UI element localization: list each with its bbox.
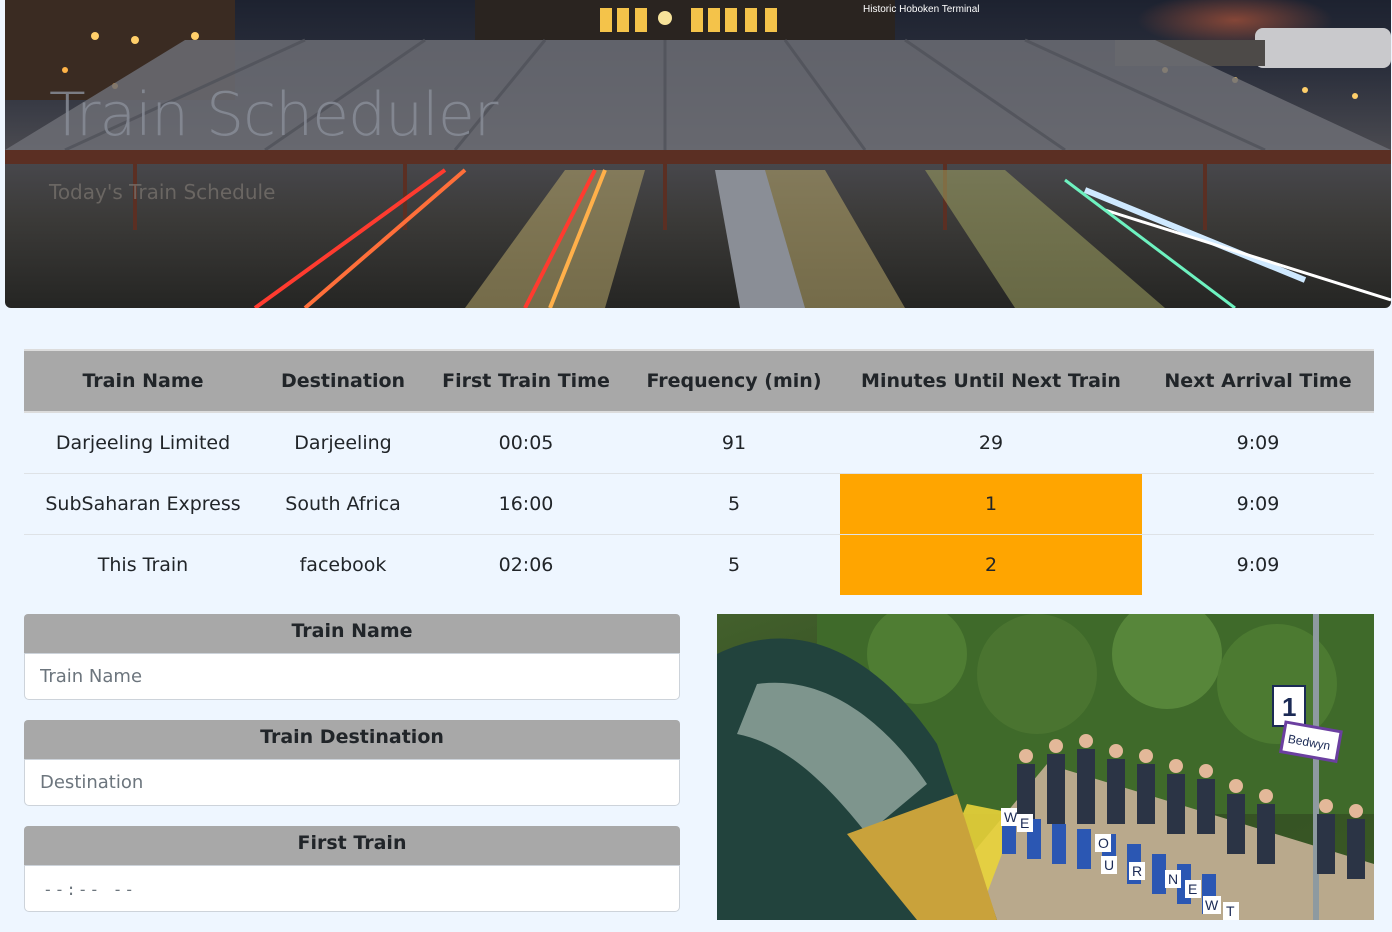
placard-letter: W [1205, 897, 1219, 913]
cell-destination: facebook [299, 554, 387, 576]
cell-minutes-until-next: 2 [840, 534, 1142, 595]
placard-letter: E [1188, 881, 1197, 897]
train-name-group: Train Name [24, 614, 680, 700]
train-name-label: Train Name [24, 614, 680, 654]
cell-frequency: 91 [628, 412, 840, 474]
cell-train-name: Darjeeling Limited [24, 412, 262, 474]
page-subtitle: Today's Train Schedule [49, 180, 276, 204]
cell-minutes-until-next: 29 [840, 412, 1142, 474]
first-train-time-input[interactable]: --:-- -- [24, 865, 680, 912]
train-destination-label: Train Destination [24, 720, 680, 760]
cell-next-arrival: 9:09 [1142, 473, 1374, 535]
train-schedule-table: Train Name Destination First Train Time … [24, 349, 1374, 595]
cell-frequency: 5 [628, 473, 840, 535]
destination-input[interactable] [24, 759, 680, 806]
column-header-first-train-time: First Train Time [424, 349, 628, 413]
train-name-input[interactable] [24, 653, 680, 700]
cell-destination: South Africa [262, 473, 424, 535]
station-welcome-photo: 1 Bedwyn W E O U R N E W T [717, 614, 1374, 920]
placard-letter: U [1104, 857, 1114, 873]
cell-minutes-until-next: 1 [840, 473, 1142, 535]
cell-train-name: SubSaharan Express [24, 473, 262, 535]
placard-letter: N [1168, 871, 1178, 887]
platform-number-sign: 1 [1282, 692, 1296, 722]
table-header-row: Train Name Destination First Train Time … [24, 349, 1374, 413]
hero-image-caption: Historic Hoboken Terminal [863, 4, 980, 15]
cell-next-arrival: 9:09 [1236, 554, 1280, 576]
first-train-label: First Train [24, 826, 680, 866]
column-header-frequency: Frequency (min) [628, 349, 840, 413]
table-row: This Train facebook 02:06 5 2 9:09 [24, 534, 1374, 595]
column-header-minutes-until-next: Minutes Until Next Train [840, 349, 1142, 413]
placard-letter: E [1020, 815, 1029, 831]
table-row: Darjeeling Limited Darjeeling 00:05 91 2… [24, 412, 1374, 474]
train-destination-group: Train Destination [24, 720, 680, 806]
placard-letter: W [1004, 809, 1018, 825]
hero-banner: Historic Hoboken Terminal Train Schedule… [5, 0, 1391, 308]
hero-background-image [5, 0, 1391, 308]
placard-letter: T [1226, 903, 1235, 919]
placard-letter: O [1098, 835, 1109, 851]
cell-first-train-time: 00:05 [424, 412, 628, 474]
first-train-group: First Train --:-- -- [24, 826, 680, 912]
column-header-train-name: Train Name [24, 349, 262, 413]
cell-train-name: This Train [97, 554, 189, 576]
train-station-photo: 1 Bedwyn W E O U R N E W T [717, 614, 1374, 920]
page-title: Train Scheduler [49, 80, 498, 150]
cell-first-train-time: 02:06 [498, 554, 554, 576]
column-header-destination: Destination [262, 349, 424, 413]
add-train-form: Train Name Train Destination First Train… [24, 614, 680, 932]
column-header-next-arrival: Next Arrival Time [1142, 349, 1374, 413]
cell-frequency: 5 [727, 554, 741, 576]
cell-next-arrival: 9:09 [1142, 412, 1374, 474]
table-row: SubSaharan Express South Africa 16:00 5 … [24, 473, 1374, 535]
cell-first-train-time: 16:00 [424, 473, 628, 535]
cell-destination: Darjeeling [262, 412, 424, 474]
placard-letter: R [1132, 863, 1142, 879]
